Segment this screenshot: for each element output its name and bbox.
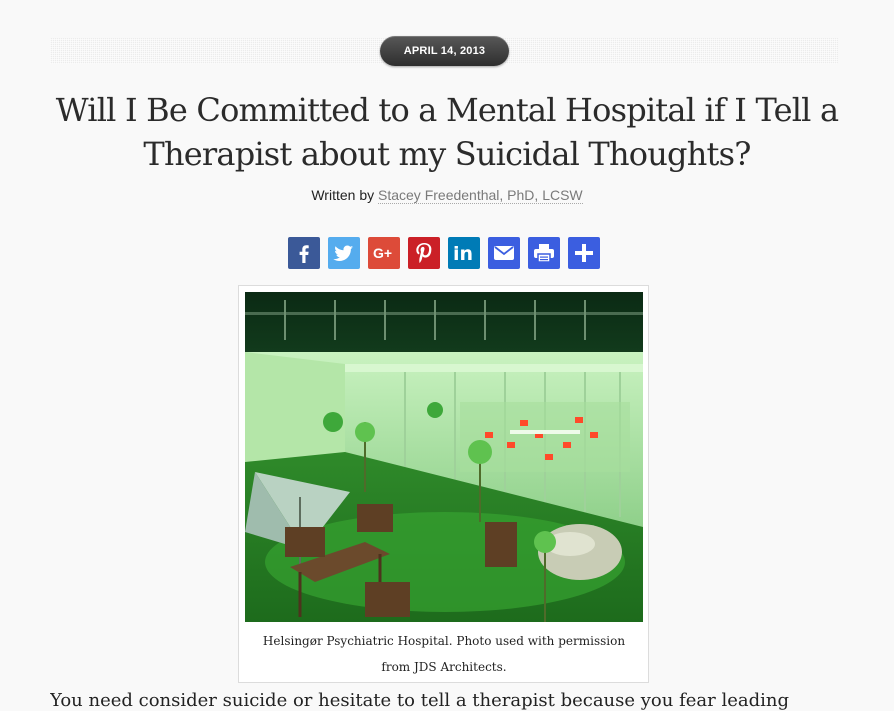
email-icon bbox=[493, 244, 515, 262]
post-date-badge: APRIL 14, 2013 bbox=[380, 36, 509, 66]
share-facebook-button[interactable] bbox=[288, 237, 320, 269]
facebook-icon bbox=[294, 243, 314, 263]
google-plus-icon: G+ bbox=[372, 243, 396, 263]
photo-caption: Helsingør Psychiatric Hospital. Photo us… bbox=[262, 634, 626, 674]
byline-prefix: Written by bbox=[311, 187, 378, 203]
byline: Written by Stacey Freedenthal, PhD, LCSW bbox=[0, 187, 894, 204]
author-link[interactable]: Stacey Freedenthal, PhD, LCSW bbox=[378, 187, 583, 204]
svg-text:in: in bbox=[453, 243, 473, 264]
article-first-line: You need consider suicide or hesitate to… bbox=[50, 690, 789, 711]
twitter-icon bbox=[333, 242, 355, 264]
share-google-plus-button[interactable]: G+ bbox=[368, 237, 400, 269]
share-plus-icon bbox=[573, 242, 595, 264]
svg-text:G+: G+ bbox=[373, 245, 392, 261]
share-linkedin-button[interactable]: in bbox=[448, 237, 480, 269]
share-email-button[interactable] bbox=[488, 237, 520, 269]
hospital-courtyard-photo bbox=[245, 292, 643, 622]
share-print-button[interactable] bbox=[528, 237, 560, 269]
post-title: Will I Be Committed to a Mental Hospital… bbox=[55, 91, 839, 173]
share-more-button[interactable] bbox=[568, 237, 600, 269]
post-figure: Helsingør Psychiatric Hospital. Photo us… bbox=[238, 285, 649, 683]
share-twitter-button[interactable] bbox=[328, 237, 360, 269]
print-icon bbox=[533, 243, 555, 263]
share-pinterest-button[interactable] bbox=[408, 237, 440, 269]
linkedin-icon: in bbox=[452, 242, 476, 264]
pinterest-icon bbox=[414, 242, 434, 264]
share-buttons: G+ in bbox=[288, 237, 600, 269]
